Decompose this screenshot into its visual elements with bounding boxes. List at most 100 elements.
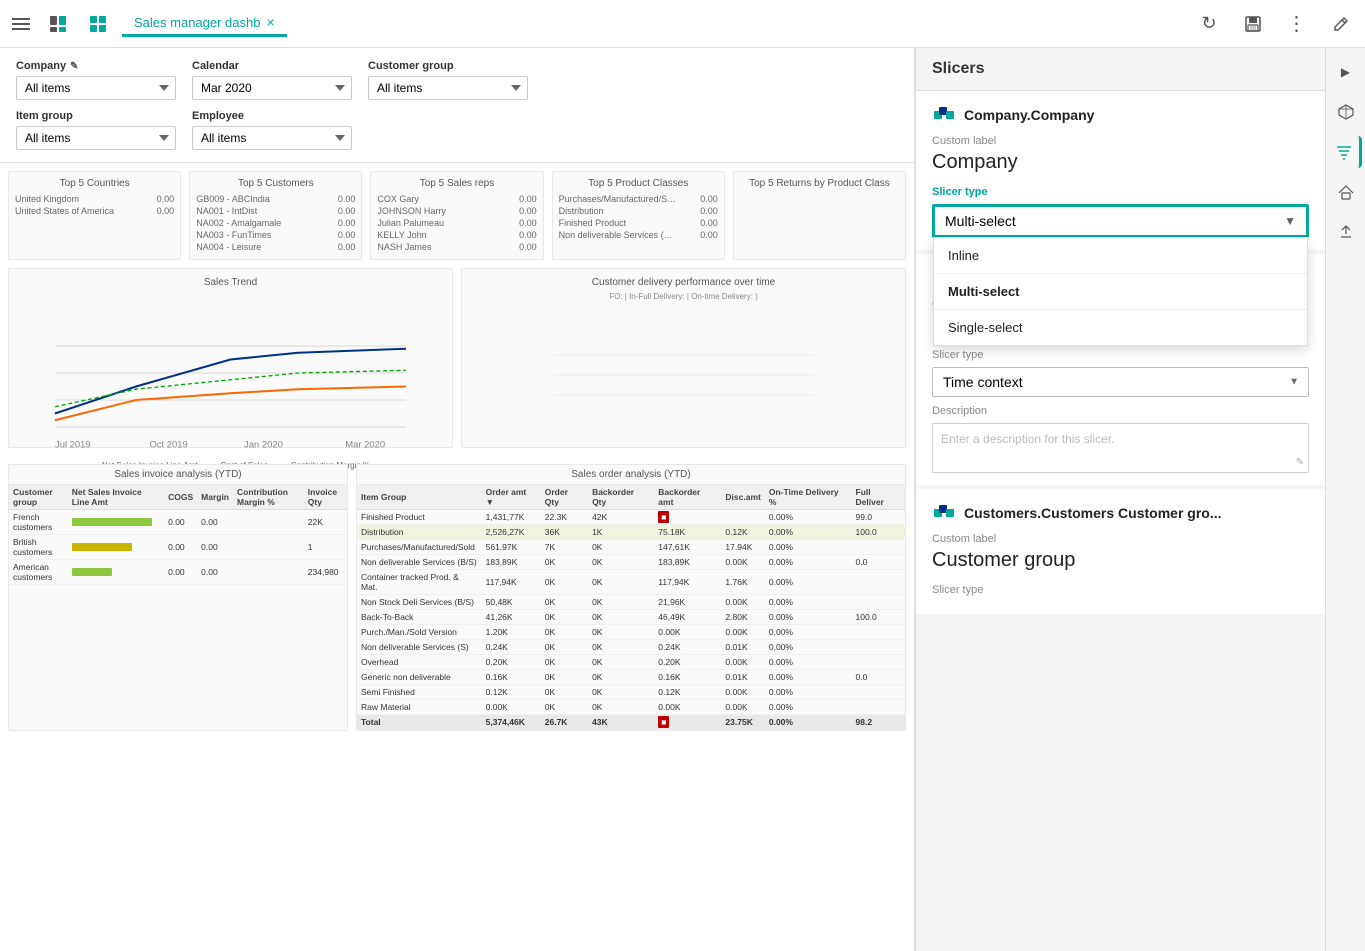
slicer-company-chevron: ▼	[1284, 214, 1296, 228]
bar-olive	[72, 543, 132, 551]
calendar-filter: Calendar Mar 2020	[192, 60, 352, 100]
menu-button[interactable]	[8, 14, 34, 34]
bar-small	[72, 568, 112, 576]
company-filter: Company ✎ All items	[16, 60, 176, 100]
top5-sections: Top 5 Countries United Kingdom0.00 Unite…	[8, 171, 906, 260]
topbar-right: ↻ ⋮	[1193, 8, 1357, 40]
chart-row: Sales Trend Jul 2019 Oct 2019 Jan 2020 M…	[8, 268, 906, 456]
col-fd: Full Deliver	[852, 485, 906, 510]
slicer-customer-group-label-value: Customer group	[932, 549, 1309, 572]
dropdown-option-inline[interactable]: Inline	[934, 238, 1307, 273]
top5-salesreps-title: Top 5 Sales reps	[377, 178, 536, 189]
slicers-header: Slicers	[916, 48, 1325, 91]
table-row: Generic non deliverable 0.16K0K0K 0.16K …	[357, 670, 905, 685]
main-layout: Company ✎ All items Calendar Mar 2020	[0, 48, 1365, 951]
filter-icon-btn[interactable]	[1330, 136, 1362, 168]
grid-icon-button[interactable]	[82, 8, 114, 40]
list-item: KELLY John0.00	[377, 229, 536, 241]
slicer-company-select-box[interactable]: Multi-select ▼	[933, 205, 1308, 237]
col-otd: On-Time Delivery %	[765, 485, 852, 510]
company-select[interactable]: All items	[16, 76, 176, 100]
dashboard-area: Company ✎ All items Calendar Mar 2020	[0, 48, 915, 951]
cube-icon	[1337, 103, 1355, 121]
table-row: Back-To-Back 41,26K0K0K 46,49K 2.80K0.00…	[357, 610, 905, 625]
delivery-subtitle: FO: | In-Full Delivery: | On-time Delive…	[470, 292, 897, 301]
customer-group-select[interactable]: All items	[368, 76, 528, 100]
table-row: Finished Product 1,431,77K22.3K42K ■ 0.0…	[357, 510, 905, 525]
svg-text:Jul 2019: Jul 2019	[55, 439, 91, 450]
slicer-calendar-type-select[interactable]: Time context	[932, 367, 1309, 397]
dropdown-option-multiselect[interactable]: Multi-select	[934, 274, 1307, 309]
sales-order-table: Sales order analysis (YTD) Item Group Or…	[356, 464, 906, 731]
home-icon-btn[interactable]	[1330, 176, 1362, 208]
col-margin: Margin	[197, 485, 233, 510]
topbar: Sales manager dashb × ↻ ⋮	[0, 0, 1365, 48]
list-item: NA003 - FunTimes0.00	[196, 229, 355, 241]
slicer-calendar-select-wrapper[interactable]: Time context	[932, 367, 1309, 397]
slicer-company-type-dropdown[interactable]: Multi-select ▼ Inline Multi-select Singl…	[932, 204, 1309, 238]
sales-order-data-table: Item Group Order amt ▼ Order Qty Backord…	[357, 485, 905, 730]
tab-close-icon[interactable]: ×	[266, 14, 274, 30]
topbar-left: Sales manager dashb ×	[8, 8, 1193, 40]
list-item: Distribution0.00	[559, 205, 718, 217]
dropdown-option-singleselect[interactable]: Single-select	[934, 310, 1307, 345]
list-item: Non deliverable Services (B/S)0.00	[559, 229, 718, 241]
top5-productclasses-title: Top 5 Product Classes	[559, 178, 718, 189]
slicer-company-label-title: Custom label	[932, 135, 1309, 147]
list-item: Purchases/Manufactured/Sold0.00	[559, 193, 718, 205]
description-box[interactable]: Enter a description for this slicer. ✎	[932, 423, 1309, 473]
filter-row-2: Item group All items Employee All items	[16, 110, 898, 150]
export-icon-btn[interactable]	[1330, 216, 1362, 248]
table-row: Non deliverable Services (B/S) 183,89K0K…	[357, 555, 905, 570]
item-group-select[interactable]: All items	[16, 126, 176, 150]
bottom-tables: Sales invoice analysis (YTD) Customer gr…	[8, 464, 906, 731]
dashboard-content: Top 5 Countries United Kingdom0.00 Unite…	[0, 163, 914, 951]
sales-trend-title: Sales Trend	[17, 277, 444, 288]
list-item: NA001 - IntDist0.00	[196, 205, 355, 217]
svg-text:Oct 2019: Oct 2019	[150, 439, 188, 450]
sales-trend-chart: Sales Trend Jul 2019 Oct 2019 Jan 2020 M…	[8, 268, 453, 448]
tab-label: Sales manager dashb	[134, 15, 260, 30]
sales-invoice-title: Sales invoice analysis (YTD)	[9, 465, 347, 485]
more-options-button[interactable]: ⋮	[1281, 8, 1313, 40]
company-label: Company ✎	[16, 60, 176, 72]
slicer-panel-content[interactable]: Company.Company Custom label Company Sli…	[916, 91, 1325, 951]
slicer-company-label-value: Company	[932, 151, 1309, 174]
slicer-customer-icon	[932, 501, 956, 525]
slicers-inner: Slicers Company.Company Custom label Com…	[916, 48, 1325, 951]
description-edit-icon[interactable]: ✎	[1296, 457, 1304, 468]
description-section: Description Enter a description for this…	[932, 405, 1309, 473]
svg-text:Mar 2020: Mar 2020	[345, 439, 385, 450]
list-item: COX Gary0.00	[377, 193, 536, 205]
tab-sales-manager[interactable]: Sales manager dashb ×	[122, 10, 287, 37]
delivery-perf-chart: Customer delivery performance over time …	[461, 268, 906, 448]
refresh-button[interactable]: ↻	[1193, 8, 1225, 40]
col-bo-amt: Backorder amt	[654, 485, 721, 510]
cube-icon-btn[interactable]	[1330, 96, 1362, 128]
expand-icon-btn[interactable]: ▶	[1330, 56, 1362, 88]
edit-button[interactable]	[1325, 8, 1357, 40]
slicer-customer-group: Customers.Customers Customer gro... Cust…	[916, 489, 1325, 614]
svg-text:Jan 2020: Jan 2020	[244, 439, 283, 450]
top5-returns: Top 5 Returns by Product Class	[733, 171, 906, 260]
customer-group-label: Customer group	[368, 60, 528, 72]
top5-countries-title: Top 5 Countries	[15, 178, 174, 189]
add-button[interactable]	[42, 8, 74, 40]
sales-invoice-data-table: Customer group Net Sales Invoice Line Am…	[9, 485, 347, 585]
list-item: NASH James0.00	[377, 241, 536, 253]
slicer-customer-group-header: Customers.Customers Customer gro...	[932, 501, 1309, 525]
calendar-select[interactable]: Mar 2020	[192, 76, 352, 100]
sales-trend-svg: Jul 2019 Oct 2019 Jan 2020 Mar 2020	[17, 292, 444, 454]
home-icon	[1337, 183, 1355, 201]
calendar-label: Calendar	[192, 60, 352, 72]
company-edit-icon[interactable]: ✎	[70, 61, 78, 72]
list-item: United Kingdom0.00	[15, 193, 174, 205]
table-row-total: Total 5,374,46K26.7K43K ■ 23.75K0.00%98.…	[357, 715, 905, 730]
col-customer-group: Customer group	[9, 485, 68, 510]
bar-green	[72, 518, 152, 526]
employee-select[interactable]: All items	[192, 126, 352, 150]
slicer-company-type-title: Slicer type	[932, 186, 1309, 198]
slicer-company: Company.Company Custom label Company Sli…	[916, 91, 1325, 250]
list-item: NA002 - Amalgamale0.00	[196, 217, 355, 229]
save-button[interactable]	[1237, 8, 1269, 40]
